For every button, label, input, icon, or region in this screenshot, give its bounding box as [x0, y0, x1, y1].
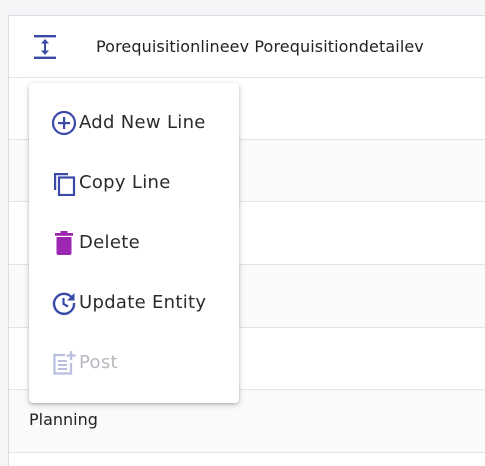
menu-item-label: Copy Line [79, 172, 171, 193]
card-header: Porequisitionlineev Porequisitiondetaile… [9, 16, 485, 78]
context-menu: Add New Line Copy Line Delete Update Ent… [29, 83, 239, 403]
post-add-icon [51, 350, 77, 376]
plus-circle-icon [51, 110, 77, 136]
expand-vertical-icon[interactable] [32, 33, 58, 61]
menu-item-add-new-line[interactable]: Add New Line [29, 93, 239, 153]
menu-item-copy-line[interactable]: Copy Line [29, 153, 239, 213]
trash-icon [51, 230, 77, 256]
menu-item-label: Post [79, 352, 118, 373]
menu-item-post[interactable]: Post [29, 333, 239, 393]
menu-item-update-entity[interactable]: Update Entity [29, 273, 239, 333]
row-label-planning: Planning [29, 410, 98, 429]
page-title: Porequisitionlineev Porequisitiondetaile… [96, 37, 424, 56]
menu-item-label: Add New Line [79, 112, 206, 133]
update-clock-icon [51, 290, 77, 316]
menu-item-label: Delete [79, 232, 140, 253]
menu-item-label: Update Entity [79, 292, 207, 313]
copy-icon [51, 170, 77, 197]
menu-item-delete[interactable]: Delete [29, 213, 239, 273]
